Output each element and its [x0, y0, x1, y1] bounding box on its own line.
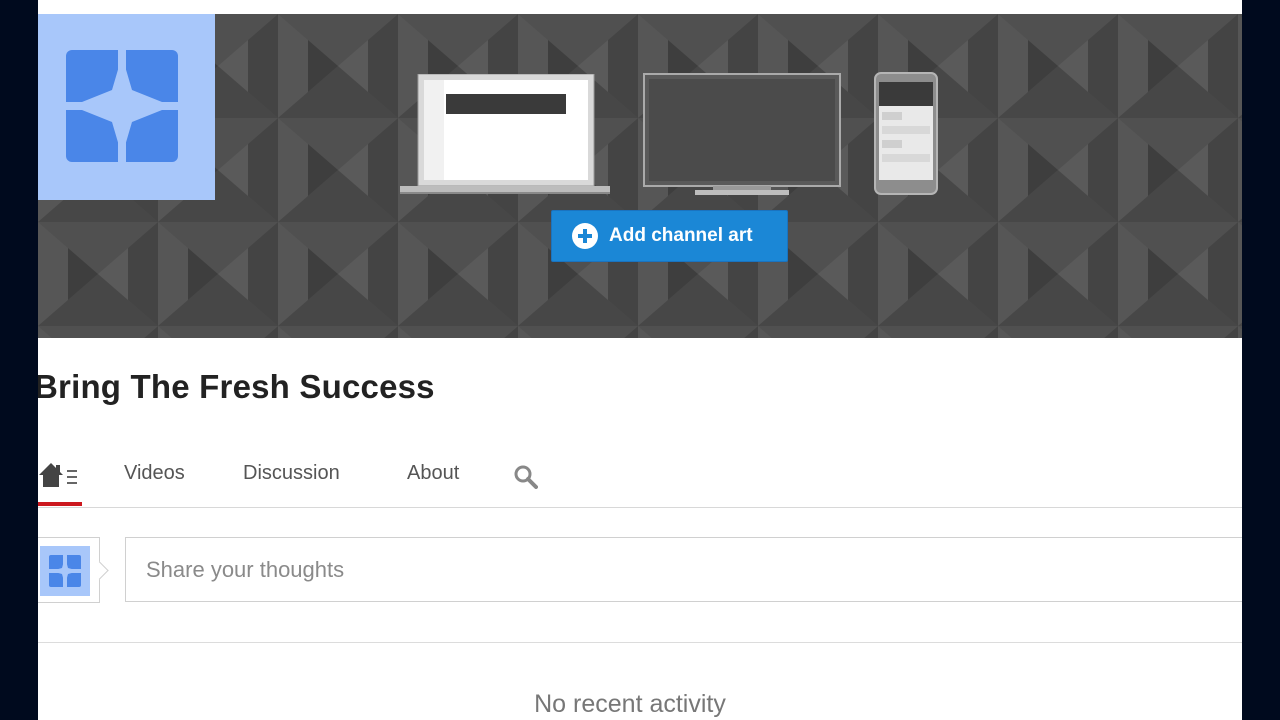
feed-divider — [38, 642, 1242, 643]
channel-title: Bring The Fresh Success — [38, 368, 435, 405]
avatar — [40, 546, 90, 596]
home-icon — [39, 463, 63, 487]
share-avatar — [38, 537, 109, 603]
list-icon — [67, 470, 77, 484]
laptop-icon — [400, 74, 610, 194]
tab-home[interactable] — [38, 460, 82, 506]
add-channel-art-label: Add channel art — [609, 225, 753, 246]
channel-avatar[interactable] — [38, 14, 215, 200]
phone-icon — [874, 72, 938, 195]
active-tab-underline — [38, 502, 82, 506]
plus-circle-icon — [572, 223, 598, 249]
tv-icon — [643, 73, 841, 195]
channel-logo-icon — [66, 50, 178, 162]
channel-page: Add channel art Bring The Fresh Success … — [38, 0, 1242, 720]
no-activity-message: No recent activity — [534, 690, 726, 718]
banner-pattern — [38, 14, 1242, 338]
tab-discussion[interactable]: Discussion — [243, 462, 340, 485]
add-channel-art-button[interactable]: Add channel art — [551, 210, 788, 262]
tab-about[interactable]: About — [407, 462, 459, 485]
speech-notch — [90, 561, 109, 580]
tab-search[interactable] — [514, 465, 538, 494]
channel-banner — [38, 14, 1242, 338]
channel-logo-icon — [49, 555, 81, 587]
channel-tabs: Videos Discussion About — [38, 450, 1242, 508]
share-thoughts-input[interactable] — [125, 537, 1242, 602]
search-icon — [514, 465, 538, 489]
tab-videos[interactable]: Videos — [124, 462, 185, 485]
